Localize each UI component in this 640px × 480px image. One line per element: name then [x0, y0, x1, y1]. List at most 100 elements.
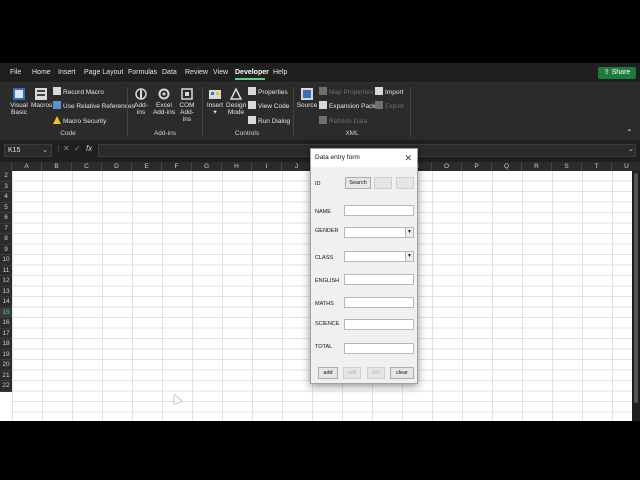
clear-button[interactable]: clear — [390, 367, 414, 379]
row-header[interactable]: 10 — [0, 255, 12, 266]
use-relative-references-button[interactable]: Use Relative References — [53, 101, 135, 111]
record-macro-button[interactable]: Record Macro — [53, 87, 104, 97]
column-header[interactable]: D — [102, 162, 132, 171]
excel-add-ins-button[interactable]: Excel Add-ins — [152, 87, 176, 116]
row-header[interactable]: 5 — [0, 202, 12, 213]
row-header[interactable]: 8 — [0, 234, 12, 245]
column-header[interactable]: T — [582, 162, 612, 171]
properties-button[interactable]: Properties — [248, 87, 288, 97]
row-header[interactable]: 20 — [0, 360, 12, 371]
row-header[interactable]: 9 — [0, 244, 12, 255]
tab-insert[interactable]: Insert — [58, 69, 76, 76]
collapse-ribbon-icon[interactable]: ⌃ — [626, 128, 633, 137]
chevron-down-icon[interactable]: ▼ — [405, 228, 413, 237]
english-field[interactable] — [344, 274, 414, 285]
tab-developer[interactable]: Developer — [235, 69, 269, 76]
column-header[interactable]: U — [612, 162, 640, 171]
tab-data[interactable]: Data — [162, 69, 177, 76]
map-properties-icon — [319, 87, 327, 95]
row-header[interactable]: 18 — [0, 339, 12, 350]
column-header[interactable]: A — [12, 162, 42, 171]
tab-formulas[interactable]: Formulas — [128, 69, 157, 76]
source-button[interactable]: Source — [296, 87, 318, 109]
scrollbar-thumb[interactable] — [634, 173, 638, 403]
column-header[interactable]: Q — [492, 162, 522, 171]
tab-file[interactable]: File — [10, 69, 21, 76]
tab-help[interactable]: Help — [273, 69, 287, 76]
cancel-entry-icon[interactable]: ✕ — [63, 144, 70, 153]
name-box[interactable]: K15 ⌄ — [4, 144, 52, 157]
expand-formula-bar-icon[interactable]: ⌄ — [628, 145, 634, 153]
expansion-packs-button[interactable]: Expansion Packs — [319, 101, 379, 111]
tab-review[interactable]: Review — [185, 69, 208, 76]
disabled-button[interactable] — [396, 177, 414, 189]
column-header[interactable]: G — [192, 162, 222, 171]
id-label: ID — [315, 181, 321, 187]
vertical-scrollbar[interactable] — [632, 171, 640, 421]
delete-button[interactable]: del — [367, 367, 385, 379]
add-ins-button[interactable]: Add-ins — [131, 87, 151, 116]
row-header[interactable]: 17 — [0, 328, 12, 339]
macros-button[interactable]: Macros — [31, 87, 52, 109]
com-add-ins-button[interactable]: COM Add-ins — [176, 87, 198, 123]
column-header[interactable]: S — [552, 162, 582, 171]
column-header[interactable]: E — [132, 162, 162, 171]
column-header[interactable]: J — [282, 162, 312, 171]
row-header[interactable]: 2 — [0, 171, 12, 182]
share-button[interactable]: ⇪ Share — [598, 67, 636, 79]
class-select[interactable]: ▼ — [344, 251, 414, 262]
macro-security-button[interactable]: Macro Security — [53, 116, 106, 126]
edit-button[interactable]: edit — [343, 367, 361, 379]
view-code-button[interactable]: View Code — [248, 101, 289, 111]
column-header[interactable]: B — [42, 162, 72, 171]
row-header[interactable]: 3 — [0, 181, 12, 192]
column-header[interactable]: I — [252, 162, 282, 171]
chevron-down-icon[interactable]: ⌄ — [42, 145, 48, 156]
close-icon[interactable]: ✕ — [404, 149, 412, 167]
tab-view[interactable]: View — [213, 69, 228, 76]
run-dialog-button[interactable]: Run Dialog — [248, 116, 290, 126]
column-header[interactable]: P — [462, 162, 492, 171]
column-header[interactable]: F — [162, 162, 192, 171]
total-field[interactable] — [344, 343, 414, 354]
add-button[interactable]: add — [318, 367, 338, 379]
visual-basic-button[interactable]: Visual Basic — [7, 87, 31, 116]
column-header[interactable]: H — [222, 162, 252, 171]
insert-function-icon[interactable]: fx — [86, 144, 92, 153]
confirm-entry-icon[interactable]: ✓ — [74, 144, 81, 153]
id-input[interactable] — [327, 177, 339, 188]
row-header[interactable]: 12 — [0, 276, 12, 287]
map-properties-button[interactable]: Map Properties — [319, 87, 373, 97]
dialog-title-bar[interactable]: Data entry form ✕ — [311, 149, 417, 167]
tab-home[interactable]: Home — [32, 69, 51, 76]
search-button[interactable]: Search — [345, 177, 371, 189]
row-header[interactable]: 16 — [0, 318, 12, 329]
row-header[interactable]: 6 — [0, 213, 12, 224]
tab-page-layout[interactable]: Page Layout — [84, 69, 123, 76]
science-label: SCIENCE — [315, 321, 340, 327]
row-header[interactable]: 11 — [0, 265, 12, 276]
row-header[interactable]: 13 — [0, 286, 12, 297]
column-header[interactable]: R — [522, 162, 552, 171]
select-all-corner[interactable] — [0, 162, 12, 171]
maths-field[interactable] — [344, 297, 414, 308]
row-header[interactable]: 21 — [0, 370, 12, 381]
row-header[interactable]: 19 — [0, 349, 12, 360]
row-header[interactable]: 15 — [0, 307, 12, 318]
row-header[interactable]: 14 — [0, 297, 12, 308]
name-field[interactable] — [344, 205, 414, 216]
row-header[interactable]: 4 — [0, 192, 12, 203]
export-button[interactable]: Export — [375, 101, 404, 111]
gender-select[interactable]: ▼ — [344, 227, 414, 238]
disabled-button[interactable] — [374, 177, 392, 189]
insert-control-button[interactable]: Insert ▾ — [205, 87, 225, 116]
science-field[interactable] — [344, 319, 414, 330]
refresh-data-button[interactable]: Refresh Data — [319, 116, 367, 126]
row-header[interactable]: 7 — [0, 223, 12, 234]
design-mode-button[interactable]: Design Mode — [226, 87, 246, 116]
import-button[interactable]: Import — [375, 87, 403, 97]
column-header[interactable]: O — [432, 162, 462, 171]
row-header[interactable]: 22 — [0, 381, 12, 392]
chevron-down-icon[interactable]: ▼ — [405, 252, 413, 261]
column-header[interactable]: C — [72, 162, 102, 171]
